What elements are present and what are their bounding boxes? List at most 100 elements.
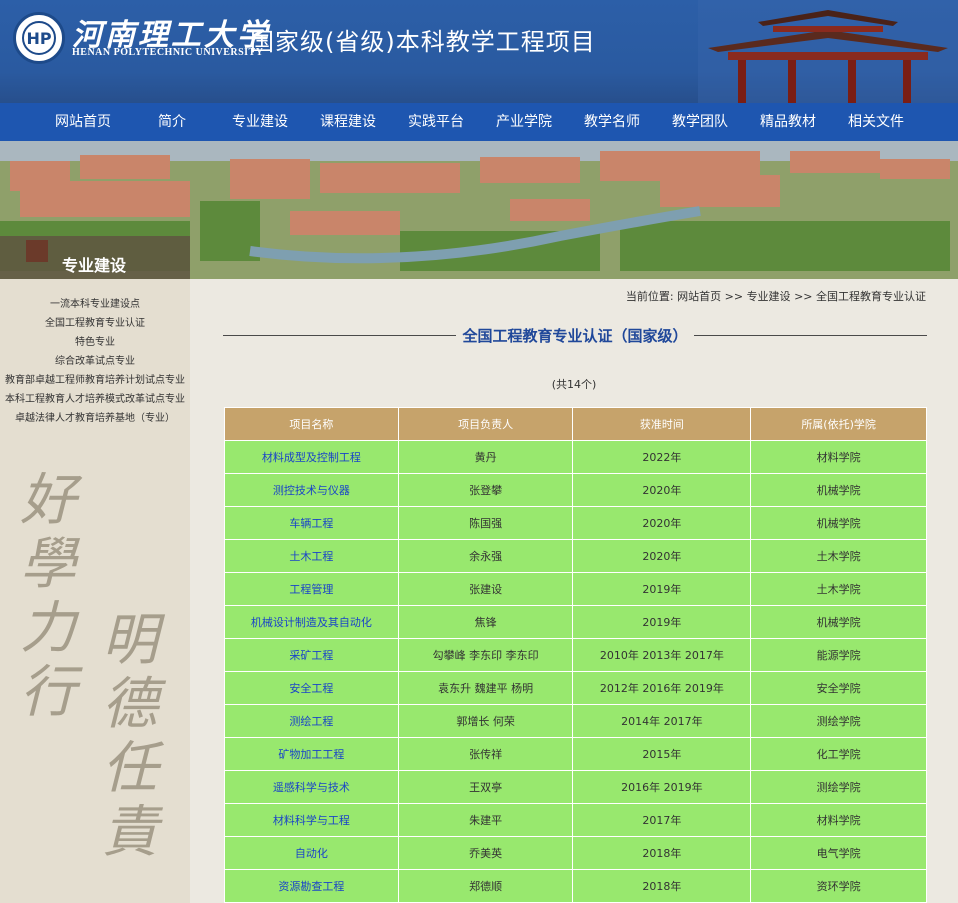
nav-intro[interactable]: 简介 bbox=[128, 103, 216, 141]
breadcrumb-major-construction[interactable]: 专业建设 bbox=[747, 290, 791, 303]
leader-cell: 余永强 bbox=[397, 539, 574, 573]
sidebar-item-featured-major[interactable]: 特色专业 bbox=[0, 333, 190, 352]
university-logo-icon[interactable]: HP bbox=[13, 12, 65, 64]
sidebar: 一流本科专业建设点 全国工程教育专业认证 特色专业 综合改革试点专业 教育部卓越… bbox=[0, 279, 190, 903]
page-title-text: 全国工程教育专业认证（国家级） bbox=[456, 327, 694, 345]
nav-practice-platform[interactable]: 实践平台 bbox=[392, 103, 480, 141]
sidebar-item-training-model-reform[interactable]: 本科工程教育人才培养模式改革试点专业 bbox=[0, 390, 190, 409]
nav-documents[interactable]: 相关文件 bbox=[832, 103, 920, 141]
nav-major-construction[interactable]: 专业建设 bbox=[216, 103, 304, 141]
college-cell: 能源学院 bbox=[750, 638, 927, 672]
nav-teaching-teams[interactable]: 教学团队 bbox=[656, 103, 744, 141]
approval-time-cell: 2012年 2016年 2019年 bbox=[572, 671, 752, 705]
project-name-link[interactable]: 材料科学与工程 bbox=[224, 803, 399, 837]
column-header-leader: 项目负责人 bbox=[397, 407, 574, 441]
page-title-row: 全国工程教育专业认证（国家级） bbox=[223, 325, 927, 347]
approval-time-cell: 2017年 bbox=[572, 803, 752, 837]
breadcrumb-home[interactable]: 网站首页 bbox=[677, 290, 721, 303]
table-row: 工程管理 张建设 2019年 土木学院 bbox=[224, 572, 927, 606]
approval-time-cell: 2022年 bbox=[572, 440, 752, 474]
approval-time-cell: 2019年 bbox=[572, 605, 752, 639]
project-name-link[interactable]: 测控技术与仪器 bbox=[224, 473, 399, 507]
approval-time-cell: 2020年 bbox=[572, 539, 752, 573]
sidebar-menu: 一流本科专业建设点 全国工程教育专业认证 特色专业 综合改革试点专业 教育部卓越… bbox=[0, 295, 190, 428]
nav-home[interactable]: 网站首页 bbox=[38, 103, 128, 141]
table-row: 车辆工程 陈国强 2020年 机械学院 bbox=[224, 506, 927, 540]
project-name-link[interactable]: 土木工程 bbox=[224, 539, 399, 573]
leader-cell: 袁东升 魏建平 杨明 bbox=[397, 671, 574, 705]
column-header-college: 所属(依托)学院 bbox=[750, 407, 927, 441]
project-name-link[interactable]: 遥感科学与技术 bbox=[224, 770, 399, 804]
project-name-link[interactable]: 矿物加工工程 bbox=[224, 737, 399, 771]
sidebar-item-engineering-accreditation[interactable]: 全国工程教育专业认证 bbox=[0, 314, 190, 333]
main-nav: 网站首页 简介 专业建设 课程建设 实践平台 产业学院 教学名师 教学团队 精品… bbox=[0, 103, 958, 141]
breadcrumb-separator: >> bbox=[794, 290, 813, 303]
approval-time-cell: 2010年 2013年 2017年 bbox=[572, 638, 752, 672]
college-cell: 电气学院 bbox=[750, 836, 927, 870]
leader-cell: 勾攀峰 李东印 李东印 bbox=[397, 638, 574, 672]
project-name-link[interactable]: 采矿工程 bbox=[224, 638, 399, 672]
breadcrumb-separator: >> bbox=[724, 290, 744, 303]
item-count: (共14个) bbox=[551, 378, 597, 391]
project-name-link[interactable]: 资源勘查工程 bbox=[224, 869, 399, 903]
leader-cell: 焦锋 bbox=[397, 605, 574, 639]
project-name-link[interactable]: 安全工程 bbox=[224, 671, 399, 705]
nav-textbooks[interactable]: 精品教材 bbox=[744, 103, 832, 141]
approval-time-cell: 2018年 bbox=[572, 869, 752, 903]
nav-industry-college[interactable]: 产业学院 bbox=[480, 103, 568, 141]
project-name-link[interactable]: 自动化 bbox=[224, 836, 399, 870]
college-cell: 机械学院 bbox=[750, 605, 927, 639]
sidebar-item-legal-talent[interactable]: 卓越法律人才教育培养基地（专业） bbox=[0, 409, 190, 428]
college-cell: 资环学院 bbox=[750, 869, 927, 903]
breadcrumb: 当前位置: 网站首页 >> 专业建设 >> 全国工程教育专业认证 bbox=[626, 288, 926, 304]
site-title: 国家级(省级)本科教学工程项目 bbox=[250, 28, 596, 56]
leader-cell: 朱建平 bbox=[397, 803, 574, 837]
logo-mark: HP bbox=[22, 21, 56, 55]
college-cell: 机械学院 bbox=[750, 473, 927, 507]
college-cell: 机械学院 bbox=[750, 506, 927, 540]
table-body: 材料成型及控制工程 黄丹 2022年 材料学院 测控技术与仪器 张登攀 2020年 机械学院… bbox=[224, 440, 927, 903]
page-title: 全国工程教育专业认证（国家级） bbox=[223, 325, 927, 346]
leader-cell: 张登攀 bbox=[397, 473, 574, 507]
calligraphy-left: 好學力行 bbox=[20, 468, 76, 725]
table-row: 遥感科学与技术 王双亭 2016年 2019年 测绘学院 bbox=[224, 770, 927, 804]
leader-cell: 黄丹 bbox=[397, 440, 574, 474]
accreditation-table: 项目名称 项目负责人 获准时间 所属(依托)学院 材料成型及控制工程 黄丹 2022… bbox=[224, 407, 927, 903]
campus-gate-image bbox=[698, 0, 958, 103]
table-row: 采矿工程 勾攀峰 李东印 李东印 2010年 2013年 2017年 能源学院 bbox=[224, 638, 927, 672]
breadcrumb-prefix: 当前位置: bbox=[625, 290, 674, 303]
nav-teaching-masters[interactable]: 教学名师 bbox=[568, 103, 656, 141]
leader-cell: 郭增长 何荣 bbox=[397, 704, 574, 738]
college-cell: 材料学院 bbox=[750, 440, 927, 474]
column-header-project-name: 项目名称 bbox=[224, 407, 399, 441]
approval-time-cell: 2019年 bbox=[572, 572, 752, 606]
table-row: 材料科学与工程 朱建平 2017年 材料学院 bbox=[224, 803, 927, 837]
table-row: 矿物加工工程 张传祥 2015年 化工学院 bbox=[224, 737, 927, 771]
leader-cell: 郑德顺 bbox=[397, 869, 574, 903]
college-cell: 土木学院 bbox=[750, 539, 927, 573]
college-cell: 测绘学院 bbox=[750, 770, 927, 804]
column-header-approval-time: 获准时间 bbox=[572, 407, 752, 441]
college-cell: 材料学院 bbox=[750, 803, 927, 837]
project-name-link[interactable]: 机械设计制造及其自动化 bbox=[224, 605, 399, 639]
sidebar-item-reform-pilot[interactable]: 综合改革试点专业 bbox=[0, 352, 190, 371]
calligraphy-right: 明德任責 bbox=[102, 608, 158, 865]
project-name-link[interactable]: 测绘工程 bbox=[224, 704, 399, 738]
main-content: 当前位置: 网站首页 >> 专业建设 >> 全国工程教育专业认证 全国工程教育专… bbox=[190, 279, 958, 903]
sidebar-item-first-class-major[interactable]: 一流本科专业建设点 bbox=[0, 295, 190, 314]
project-name-link[interactable]: 材料成型及控制工程 bbox=[224, 440, 399, 474]
approval-time-cell: 2015年 bbox=[572, 737, 752, 771]
college-cell: 土木学院 bbox=[750, 572, 927, 606]
college-cell: 化工学院 bbox=[750, 737, 927, 771]
table-row: 测绘工程 郭增长 何荣 2014年 2017年 测绘学院 bbox=[224, 704, 927, 738]
breadcrumb-current[interactable]: 全国工程教育专业认证 bbox=[816, 290, 926, 303]
sidebar-item-excellent-engineer[interactable]: 教育部卓越工程师教育培养计划试点专业 bbox=[0, 371, 190, 390]
project-name-link[interactable]: 工程管理 bbox=[224, 572, 399, 606]
approval-time-cell: 2014年 2017年 bbox=[572, 704, 752, 738]
leader-cell: 陈国强 bbox=[397, 506, 574, 540]
approval-time-cell: 2016年 2019年 bbox=[572, 770, 752, 804]
leader-cell: 张传祥 bbox=[397, 737, 574, 771]
table-row: 资源勘查工程 郑德顺 2018年 资环学院 bbox=[224, 869, 927, 903]
nav-course-construction[interactable]: 课程建设 bbox=[304, 103, 392, 141]
project-name-link[interactable]: 车辆工程 bbox=[224, 506, 399, 540]
